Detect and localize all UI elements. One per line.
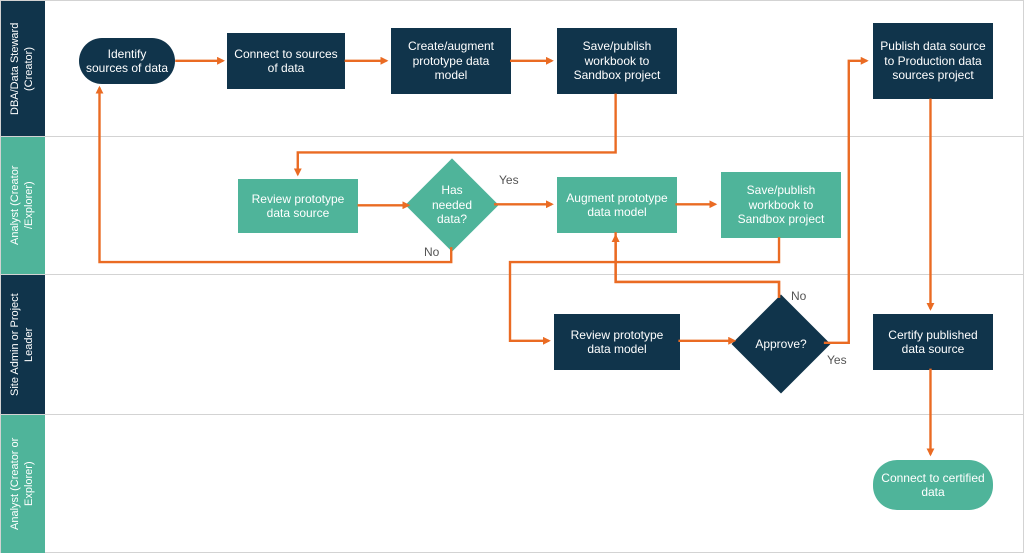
node-augment-model: Augment prototype data model bbox=[557, 177, 677, 233]
node-has-needed-data: Has needed data? bbox=[419, 172, 485, 238]
node-save-publish-1: Save/publish workbook to Sandbox project bbox=[557, 28, 677, 94]
node-review-source: Review prototype data source bbox=[238, 179, 358, 233]
node-approve: Approve? bbox=[746, 309, 816, 379]
label-has-data-yes: Yes bbox=[499, 173, 519, 187]
label-has-data-no: No bbox=[424, 245, 439, 259]
node-certify: Certify published data source bbox=[873, 314, 993, 370]
node-save-publish-2: Save/publish workbook to Sandbox project bbox=[721, 172, 841, 238]
node-connect-certified: Connect to certified data bbox=[873, 460, 993, 510]
swimlane-diagram: DBA/Data Steward (Creator) Analyst (Crea… bbox=[0, 0, 1024, 553]
node-publish-production: Publish data source to Production data s… bbox=[873, 23, 993, 99]
node-connect-sources: Connect to sources of data bbox=[227, 33, 345, 89]
node-review-model: Review prototype data model bbox=[554, 314, 680, 370]
label-approve-no: No bbox=[791, 289, 806, 303]
node-create-model: Create/augment prototype data model bbox=[391, 28, 511, 94]
node-identify-sources: Identify sources of data bbox=[79, 38, 175, 84]
label-approve-yes: Yes bbox=[827, 353, 847, 367]
diagram-plot: Identify sources of data Connect to sour… bbox=[1, 1, 1023, 552]
